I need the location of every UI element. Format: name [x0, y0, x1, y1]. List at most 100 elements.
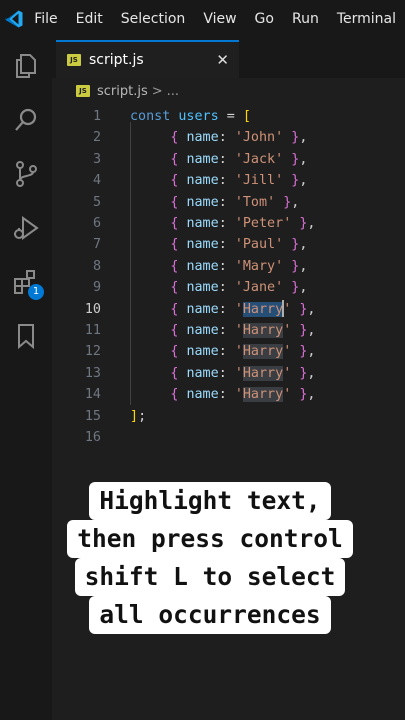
- menu-file[interactable]: File: [28, 0, 66, 38]
- string-token: Jack: [242, 151, 276, 167]
- string-quote: ': [275, 130, 284, 146]
- extensions-icon[interactable]: 1: [10, 266, 44, 300]
- code-text: { name: 'Harry' },: [130, 363, 315, 384]
- source-control-icon[interactable]: [10, 158, 42, 190]
- selected-text: Harry: [242, 300, 285, 318]
- code-line[interactable]: 4 { name: 'Jill' },: [52, 170, 405, 191]
- line-number: 15: [84, 408, 101, 424]
- line-number: 9: [92, 280, 101, 296]
- code-line[interactable]: 12 { name: 'Harry' },: [52, 341, 405, 362]
- brace-token: {: [170, 237, 179, 253]
- js-file-icon: JS: [76, 85, 90, 97]
- menu-edit[interactable]: Edit: [67, 0, 112, 38]
- string-quote: ': [234, 280, 243, 296]
- keyword-token: const: [130, 109, 171, 124]
- breadcrumb-file[interactable]: script.js: [97, 84, 148, 99]
- code-line[interactable]: 16: [52, 427, 405, 448]
- code-text: { name: 'Peter' },: [130, 213, 315, 234]
- line-number: 13: [84, 365, 101, 381]
- line-number: 16: [84, 430, 101, 445]
- punctuation-token: ,: [307, 387, 316, 403]
- code-text: { name: 'Paul' },: [130, 234, 307, 255]
- code-line[interactable]: 7 { name: 'Paul' },: [52, 234, 405, 255]
- code-line[interactable]: 5 { name: 'Tom' },: [52, 192, 405, 213]
- code-text: { name: 'Jack' },: [130, 149, 307, 170]
- tab-script-js[interactable]: JS script.js ✕: [56, 40, 239, 78]
- string-quote: ': [283, 301, 292, 317]
- code-text: ];: [130, 406, 146, 427]
- punctuation-token: ,: [291, 194, 300, 210]
- search-icon[interactable]: [10, 104, 42, 136]
- punctuation-token: :: [218, 237, 235, 253]
- brace-token: {: [170, 301, 179, 317]
- code-line[interactable]: 2 { name: 'John' },: [52, 127, 405, 148]
- code-line[interactable]: 6 { name: 'Peter' },: [52, 213, 405, 234]
- string-quote: ': [275, 173, 284, 189]
- string-quote: ': [283, 365, 292, 381]
- code-text: { name: 'Jill' },: [130, 170, 307, 191]
- menu-terminal[interactable]: Terminal: [328, 0, 405, 38]
- punctuation-token: :: [218, 173, 235, 189]
- code-text: { name: 'Mary' },: [130, 256, 307, 277]
- string-quote: ': [234, 194, 243, 210]
- brace-token: {: [170, 258, 179, 274]
- property-token: name: [186, 323, 219, 338]
- line-number: 5: [92, 194, 101, 210]
- string-token: John: [242, 130, 276, 146]
- code-line[interactable]: 14 { name: 'Harry' },: [52, 384, 405, 405]
- punctuation-token: ,: [299, 130, 308, 146]
- punctuation-token: :: [218, 323, 235, 338]
- code-line[interactable]: 3 { name: 'Jack' },: [52, 149, 405, 170]
- line-number: 7: [92, 237, 101, 253]
- string-quote: ': [275, 258, 284, 274]
- tab-bar: JS script.js ✕: [52, 38, 405, 78]
- punctuation-token: ;: [138, 408, 147, 424]
- code-line[interactable]: 10 { name: 'Harry' },: [52, 299, 405, 320]
- menu-selection[interactable]: Selection: [112, 0, 195, 38]
- extensions-badge: 1: [28, 284, 44, 300]
- brace-token: {: [170, 365, 179, 381]
- menu-view[interactable]: View: [194, 0, 245, 38]
- operator-token: =: [218, 109, 243, 124]
- menu-go[interactable]: Go: [246, 0, 283, 38]
- property-token: name: [186, 194, 219, 210]
- code-line[interactable]: 15];: [52, 406, 405, 427]
- code-line[interactable]: 9 { name: 'Jane' },: [52, 277, 405, 298]
- punctuation-token: :: [218, 301, 235, 317]
- breadcrumb: JS script.js > ...: [52, 78, 405, 104]
- files-explorer-icon[interactable]: [10, 50, 42, 82]
- menu-run[interactable]: Run: [283, 0, 328, 38]
- string-token: Paul: [242, 237, 276, 253]
- punctuation-token: :: [218, 365, 235, 381]
- string-quote: ': [283, 216, 292, 231]
- string-token: Jane: [242, 280, 276, 296]
- code-line[interactable]: 1 const users = [: [52, 106, 405, 127]
- line-number: 2: [92, 130, 101, 146]
- string-quote: ': [283, 323, 292, 338]
- caption-line: Highlight text,: [89, 482, 331, 520]
- bracket-token: [: [242, 109, 251, 124]
- code-text: { name: 'Tom' },: [130, 192, 299, 213]
- line-number: 8: [92, 258, 101, 274]
- string-token: Peter: [242, 216, 284, 231]
- bookmarks-icon[interactable]: [10, 320, 42, 352]
- caption-line: shift L to select: [74, 558, 346, 596]
- code-line[interactable]: 8 { name: 'Mary' },: [52, 256, 405, 277]
- property-token: name: [186, 301, 219, 317]
- line-number: 11: [84, 323, 101, 338]
- code-line[interactable]: 11 { name: 'Harry' },: [52, 320, 405, 341]
- breadcrumb-more[interactable]: ...: [167, 84, 179, 99]
- brace-token: {: [170, 387, 179, 403]
- run-debug-icon[interactable]: [10, 212, 42, 244]
- punctuation-token: ,: [307, 323, 316, 338]
- line-number: 10: [84, 301, 101, 317]
- variable-token: users: [178, 109, 219, 124]
- string-token: Tom: [242, 194, 268, 210]
- bracket-token: ]: [130, 408, 139, 424]
- punctuation-token: :: [218, 194, 235, 210]
- code-text: { name: 'Harry' },: [130, 320, 315, 341]
- close-icon[interactable]: ✕: [216, 51, 229, 69]
- code-line[interactable]: 13 { name: 'Harry' },: [52, 363, 405, 384]
- vscode-logo-icon[interactable]: [0, 0, 28, 38]
- occurrence-highlight: Harry: [242, 387, 284, 403]
